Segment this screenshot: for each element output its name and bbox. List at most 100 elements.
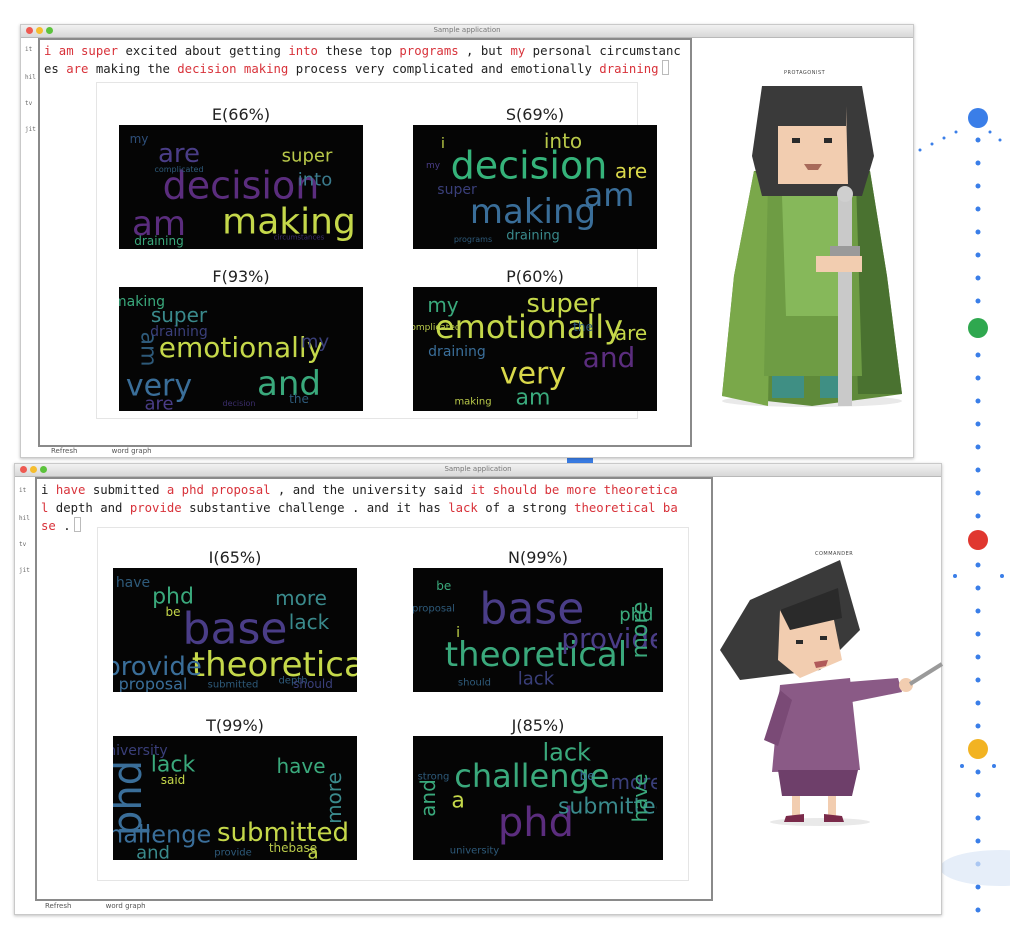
gutter-label[interactable]: it bbox=[19, 487, 26, 494]
cloud-word: be bbox=[436, 579, 451, 593]
highlighted-token: decision making bbox=[177, 62, 289, 76]
wordcloud-panel: E(66%) decision making am are super into drain… bbox=[96, 82, 657, 419]
cloud-word: have bbox=[276, 754, 325, 778]
cloud-word: into bbox=[544, 129, 582, 153]
cloud-word: have bbox=[628, 773, 652, 822]
highlighted-token: into bbox=[288, 44, 318, 58]
cloud-word: the bbox=[573, 320, 593, 334]
yellow-node bbox=[968, 739, 988, 759]
cloud-word: be bbox=[166, 605, 181, 619]
cloud-word: provide bbox=[214, 848, 252, 859]
wordcloud-label: P(60%) bbox=[506, 267, 564, 286]
cloud-word: decision bbox=[223, 399, 256, 408]
cloud-word: should bbox=[458, 678, 491, 689]
cloud-word: programs bbox=[454, 235, 492, 244]
cloud-word: draining bbox=[506, 229, 560, 244]
highlighted-token: have bbox=[55, 483, 86, 497]
cloud-word: a bbox=[307, 842, 318, 860]
input-sentence[interactable]: i am super excited about getting into th… bbox=[44, 42, 681, 78]
wordcloud-image: emotionally and very super am my are making drai… bbox=[119, 287, 363, 411]
highlighted-token: my bbox=[510, 44, 526, 58]
commander-illustration bbox=[720, 560, 944, 826]
cloud-word: be bbox=[580, 769, 595, 783]
title-bar: Sample application bbox=[21, 25, 913, 38]
cloud-word: circumstances bbox=[274, 233, 325, 241]
cloud-word: should bbox=[293, 677, 333, 691]
wordcloud-image: base theoretical provide more phd lack be i shou… bbox=[413, 568, 663, 692]
cloud-word: proposal bbox=[119, 675, 188, 692]
toolbar-gutter: it hil tv jit bbox=[15, 477, 31, 900]
cloud-word: complicated bbox=[413, 323, 461, 333]
cloud-word: draining bbox=[428, 344, 486, 360]
gutter-label[interactable]: hil bbox=[25, 74, 36, 81]
wordcloud-label: N(99%) bbox=[507, 548, 568, 567]
cloud-word: i bbox=[441, 136, 445, 152]
plain-token: substantive challenge . and it has bbox=[181, 501, 449, 515]
plain-token: , but bbox=[458, 44, 511, 58]
cloud-word: university bbox=[113, 743, 168, 759]
cloud-word: my bbox=[130, 132, 149, 146]
wordcloud-label: S(69%) bbox=[505, 105, 565, 124]
highlighted-token: are bbox=[66, 62, 89, 76]
blue-node bbox=[968, 108, 988, 128]
gutter-label[interactable]: jit bbox=[19, 567, 30, 574]
wordcloud-image: decision making am are super into draining my co… bbox=[119, 125, 363, 249]
plain-token: depth and bbox=[48, 501, 130, 515]
cloud-word: draining bbox=[134, 234, 183, 248]
highlighted-token: a phd proposal bbox=[166, 483, 271, 497]
wordcloud-label: T(99%) bbox=[206, 716, 264, 735]
cloud-word: complicated bbox=[154, 165, 203, 174]
wordcloud-label: F(93%) bbox=[212, 267, 270, 286]
wordcloud-svg: challengephdsubmittedlackmorehaveandauni… bbox=[416, 738, 657, 856]
cloud-word: phd bbox=[619, 604, 653, 625]
gutter-label[interactable]: hil bbox=[19, 515, 30, 522]
wordcloud-label: E(66%) bbox=[211, 105, 271, 124]
cloud-word: into bbox=[298, 169, 332, 190]
wordcloud-panel: I(65%) base theoretical provide phd more lack… bbox=[97, 527, 689, 881]
window-title: Sample application bbox=[444, 465, 512, 473]
refresh-button[interactable]: Refresh bbox=[51, 447, 77, 455]
cloud-word: have bbox=[116, 575, 150, 591]
word-graph-button[interactable]: word graph bbox=[112, 447, 152, 455]
title-bar: Sample application bbox=[15, 464, 941, 477]
text-editor[interactable]: i am super excited about getting into th… bbox=[38, 38, 692, 447]
cloud-word: and bbox=[583, 341, 636, 374]
cloud-word: my bbox=[426, 161, 441, 171]
text-editor[interactable]: i have submitted a phd proposal , and th… bbox=[35, 477, 713, 901]
plain-token: submitted bbox=[85, 483, 167, 497]
cloud-word: super bbox=[526, 289, 600, 319]
text-caret bbox=[661, 60, 669, 75]
wordcloud-image: decision making am into are draining i super pro… bbox=[413, 125, 657, 249]
wordcloud-svg: decisionmakingamintoaredrainingisuperpro… bbox=[426, 129, 647, 244]
wordcloud-svg: basetheoreticalprovidemorephdlackbeishou… bbox=[413, 579, 657, 689]
character-caption: COMMANDER bbox=[815, 551, 854, 557]
cloud-word: draining bbox=[150, 324, 208, 340]
gutter-label[interactable]: jit bbox=[25, 126, 36, 133]
cloud-word: more bbox=[322, 772, 346, 824]
highlighted-token: draining bbox=[599, 62, 659, 76]
gutter-label[interactable]: tv bbox=[25, 100, 32, 107]
plain-token: these top bbox=[317, 44, 400, 58]
wordcloud-svg: emotionallyandverysuperam myaremakingdrai… bbox=[119, 294, 329, 411]
highlighted-token: lack bbox=[448, 501, 478, 515]
word-graph-button[interactable]: word graph bbox=[106, 902, 146, 910]
gutter-label[interactable]: tv bbox=[19, 541, 26, 548]
cloud-word: submitted bbox=[208, 680, 259, 691]
cloud-word: and bbox=[136, 842, 170, 860]
wordcloud-label: J(85%) bbox=[511, 716, 565, 735]
cloud-word: lack bbox=[542, 738, 591, 766]
cloud-word: a bbox=[451, 789, 464, 814]
refresh-button[interactable]: Refresh bbox=[45, 902, 71, 910]
cloud-word: proposal bbox=[413, 604, 455, 615]
cloud-word: super bbox=[437, 182, 477, 198]
cloud-word: and bbox=[416, 779, 440, 817]
highlighted-token: programs bbox=[399, 44, 459, 58]
window-title: Sample application bbox=[433, 26, 501, 34]
protagonist-illustration bbox=[722, 86, 902, 407]
gutter-label[interactable]: it bbox=[25, 46, 32, 53]
cloud-word: my bbox=[427, 293, 458, 317]
cloud-word: am bbox=[516, 386, 551, 411]
wordcloud-svg: emotionallyvery andsuperareammydrainingma… bbox=[413, 289, 647, 411]
cloud-word: strong bbox=[418, 772, 450, 783]
